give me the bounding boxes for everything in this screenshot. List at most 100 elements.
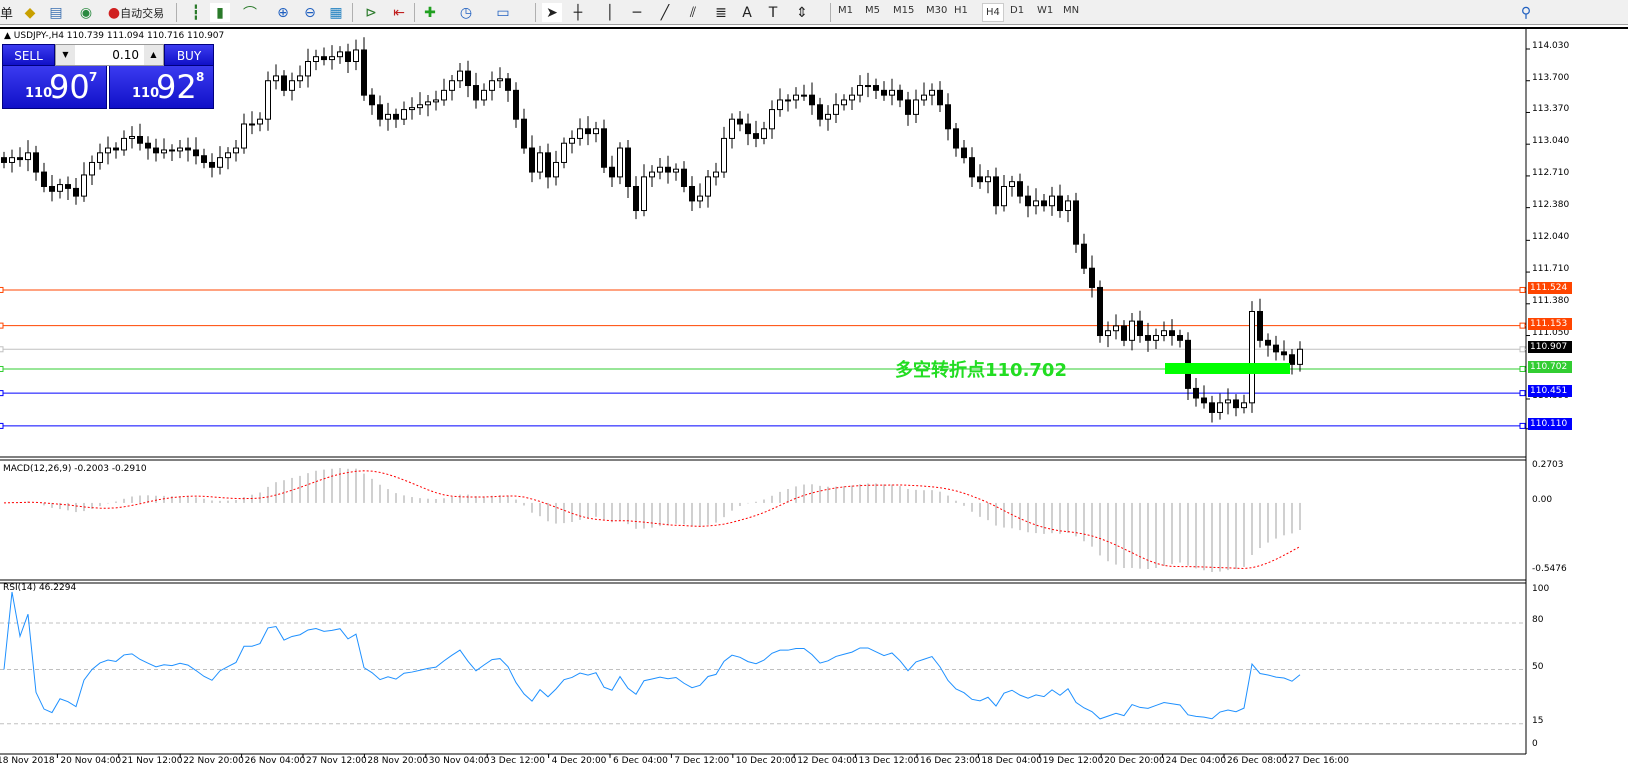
bear-candle: [1145, 335, 1151, 341]
bull-candle: [385, 113, 391, 120]
price-level-label: 111.153: [1528, 317, 1572, 330]
bear-candle: [609, 166, 615, 178]
bull-candle: [617, 147, 623, 178]
bull-candle: [329, 56, 335, 61]
price-level-label: 111.524: [1528, 281, 1572, 294]
bull-candle: [825, 113, 831, 120]
bull-candle: [1113, 325, 1119, 332]
bull-candle: [353, 49, 359, 62]
bear-candle: [505, 78, 511, 91]
bear-candle: [345, 51, 351, 62]
bull-candle: [313, 56, 319, 62]
bear-candle: [969, 157, 975, 178]
bull-candle: [705, 176, 711, 197]
bull-candle: [81, 174, 87, 197]
bull-candle: [569, 137, 575, 144]
bear-candle: [873, 85, 879, 91]
bull-candle: [1129, 320, 1135, 341]
bull-candle: [409, 107, 415, 111]
price-tick-label: 112.380: [1532, 199, 1570, 210]
bull-candle: [1161, 330, 1167, 337]
bull-candle: [929, 89, 935, 96]
buy-button[interactable]: BUY: [164, 44, 214, 66]
bull-candle: [1153, 335, 1159, 341]
line-handle-left: [0, 322, 4, 329]
bear-candle: [369, 94, 375, 106]
bear-candle: [1121, 325, 1127, 341]
chart-canvas[interactable]: [0, 2, 1628, 758]
lot-increase-icon[interactable]: ▲: [144, 45, 163, 65]
bull-candle: [697, 195, 703, 202]
time-tick-label: 4 Dec 20:00: [551, 756, 607, 766]
time-tick-label: 22 Nov 20:00: [183, 756, 244, 766]
time-tick-label: 21 Nov 12:00: [121, 756, 183, 766]
bear-candle: [737, 118, 743, 125]
bear-candle: [1177, 335, 1183, 341]
bear-candle: [753, 133, 759, 139]
bull-candle: [489, 80, 495, 91]
bear-candle: [993, 176, 999, 207]
rsi-tick-label: 100: [1532, 584, 1550, 594]
lot-input[interactable]: 0.10: [112, 48, 139, 62]
bull-candle: [721, 137, 727, 173]
bull-candle: [89, 161, 95, 176]
bear-candle: [1025, 195, 1031, 207]
bear-candle: [601, 128, 607, 168]
bull-candle: [841, 99, 847, 106]
bear-candle: [897, 89, 903, 101]
price-tick-label: 111.380: [1532, 295, 1570, 306]
sell-button[interactable]: SELL: [2, 44, 55, 66]
bear-candle: [1, 157, 7, 163]
buy-price[interactable]: 110 92 8: [109, 66, 214, 109]
bull-candle: [761, 128, 767, 139]
symbol-ohlc: USDJPY-,H4 110.739 111.094 110.716 110.9…: [13, 31, 225, 41]
bull-candle: [97, 152, 103, 163]
bull-candle: [1033, 200, 1039, 207]
price-tick-label: 112.710: [1532, 167, 1570, 178]
pivot-annotation[interactable]: 多空转折点110.702: [895, 356, 1067, 382]
bull-candle: [257, 118, 263, 125]
rsi-tick-label: 50: [1532, 661, 1544, 672]
bear-candle: [361, 49, 367, 96]
bull-candle: [553, 161, 559, 178]
bear-candle: [209, 161, 215, 168]
rsi-tick-label: 0: [1532, 739, 1538, 749]
bull-candle: [249, 123, 255, 126]
bear-candle: [33, 152, 39, 173]
bear-candle: [945, 104, 951, 130]
price-tick-label: 113.040: [1532, 136, 1570, 147]
line-handle-left: [0, 346, 4, 353]
bear-candle: [73, 187, 79, 197]
bull-candle: [1049, 195, 1055, 207]
bear-candle: [1169, 330, 1175, 337]
bull-candle: [441, 89, 447, 101]
bull-candle: [857, 85, 863, 96]
line-handle-right: [1519, 346, 1526, 353]
line-handle-left: [0, 390, 4, 397]
lot-decrease-icon[interactable]: ▼: [56, 45, 75, 65]
bull-candle: [561, 142, 567, 163]
bear-candle: [281, 75, 287, 91]
bull-candle: [401, 109, 407, 120]
bear-candle: [1209, 402, 1215, 413]
sell-price-fraction: 7: [89, 70, 98, 84]
lot-stepper[interactable]: ▼ 0.10 ▲: [55, 44, 164, 66]
bull-candle: [537, 152, 543, 173]
sell-price[interactable]: 110 90 7: [2, 66, 107, 109]
bull-candle: [481, 89, 487, 101]
bull-candle: [9, 157, 15, 163]
price-level-label: 110.110: [1528, 417, 1572, 430]
bull-candle: [217, 157, 223, 168]
bull-candle: [449, 80, 455, 91]
time-tick-label: 18 Nov 2018: [0, 756, 55, 766]
rsi-tick-label: 80: [1532, 615, 1544, 625]
bull-candle: [729, 118, 735, 139]
bull-candle: [241, 123, 247, 149]
bear-candle: [881, 89, 887, 96]
bear-candle: [513, 89, 519, 120]
bull-candle: [913, 99, 919, 115]
bear-candle: [1257, 310, 1263, 341]
line-handle-left: [0, 365, 4, 372]
sell-price-pips: 90: [49, 68, 90, 106]
chart-window[interactable]: [0, 27, 1628, 771]
